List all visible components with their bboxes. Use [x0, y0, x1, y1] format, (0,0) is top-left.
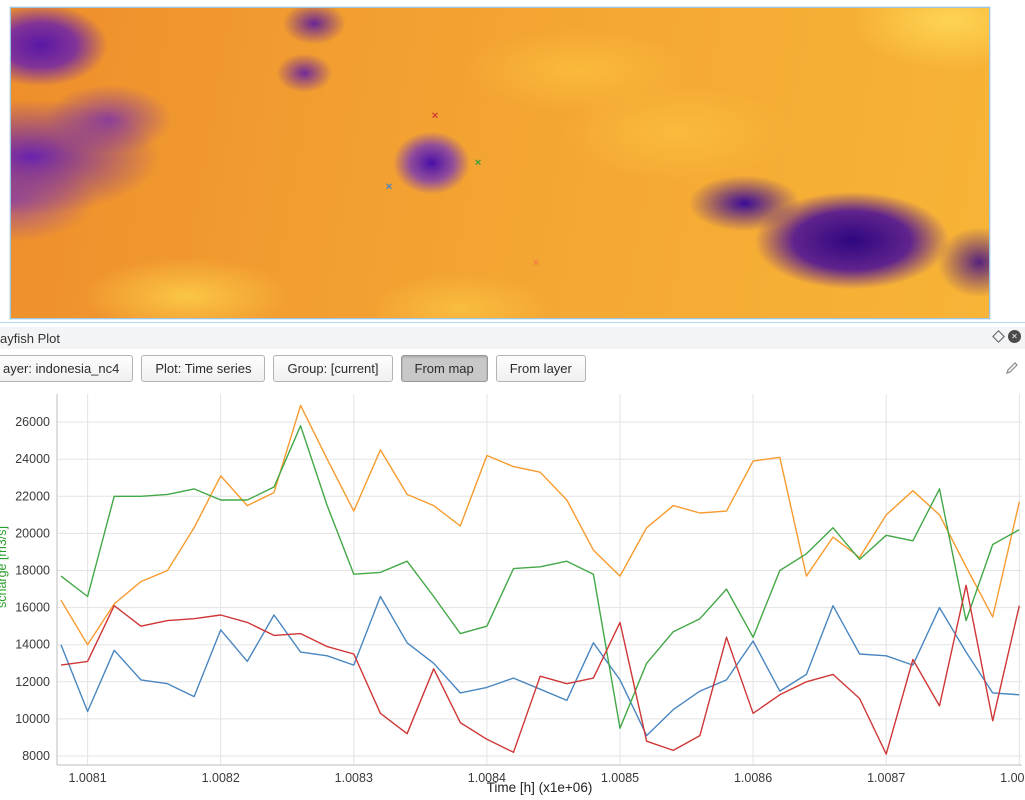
toolbar-button-group[interactable]: Group: [current] — [273, 355, 392, 382]
svg-text:Time [h] (x1e+06): Time [h] (x1e+06) — [487, 780, 593, 795]
svg-text:1.0082: 1.0082 — [202, 771, 240, 785]
svg-text:1.0088: 1.0088 — [1000, 771, 1025, 785]
undock-panel-icon[interactable] — [992, 330, 1005, 343]
red-point-marker-icon: ✕ — [431, 112, 439, 121]
plot-toolbar-buttons: ayer: indonesia_nc4 Plot: Time series Grou… — [0, 355, 586, 382]
svg-text:24000: 24000 — [15, 452, 50, 466]
svg-text:8000: 8000 — [22, 749, 50, 763]
toolbar-button-from-map[interactable]: From map — [401, 355, 488, 382]
dock-divider — [0, 322, 1025, 323]
plot-toolbar: ayer: indonesia_nc4 Plot: Time series Grou… — [0, 353, 1025, 385]
map-canvas[interactable]: ✕ ✕ ✕ ✕ — [10, 7, 990, 319]
plot-panel-titlebar: ayfish Plot ✕ — [0, 327, 1025, 349]
svg-text:18000: 18000 — [15, 564, 50, 578]
timeseries-plot[interactable]: 1.00811.00821.00831.00841.00851.00861.00… — [0, 386, 1025, 800]
toolbar-button-plot-type[interactable]: Plot: Time series — [141, 355, 265, 382]
svg-text:12000: 12000 — [15, 675, 50, 689]
toolbar-button-layer[interactable]: ayer: indonesia_nc4 — [0, 355, 133, 382]
svg-text:1.0081: 1.0081 — [68, 771, 106, 785]
svg-text:1.0087: 1.0087 — [867, 771, 905, 785]
y-axis-label: scharge [m3/s] — [0, 526, 9, 608]
svg-text:10000: 10000 — [15, 712, 50, 726]
svg-text:1.0083: 1.0083 — [335, 771, 373, 785]
edit-plot-icon[interactable] — [1005, 361, 1019, 375]
timeseries-chart: 1.00811.00821.00831.00841.00851.00861.00… — [0, 386, 1025, 800]
toolbar-button-from-layer[interactable]: From layer — [496, 355, 586, 382]
svg-text:14000: 14000 — [15, 638, 50, 652]
blue-point-marker-icon: ✕ — [385, 183, 393, 192]
plot-panel-title: ayfish Plot — [0, 331, 60, 346]
orange-point-marker-icon: ✕ — [532, 259, 540, 268]
green-point-marker-icon: ✕ — [474, 159, 482, 168]
svg-text:1.0085: 1.0085 — [601, 771, 639, 785]
svg-text:20000: 20000 — [15, 526, 50, 540]
svg-text:26000: 26000 — [15, 415, 50, 429]
svg-text:16000: 16000 — [15, 601, 50, 615]
svg-text:22000: 22000 — [15, 489, 50, 503]
close-panel-icon[interactable]: ✕ — [1008, 330, 1021, 343]
svg-text:1.0086: 1.0086 — [734, 771, 772, 785]
